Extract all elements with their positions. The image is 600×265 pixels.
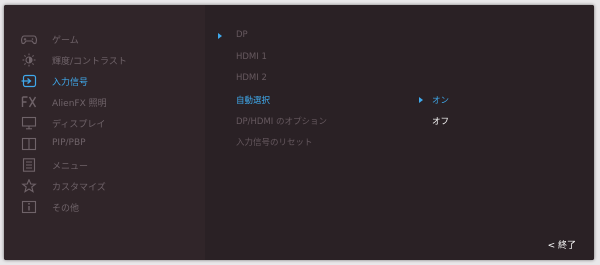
option-dp[interactable]: DP xyxy=(236,30,248,40)
menu-item-label: PIP/PBP xyxy=(52,138,86,148)
info-icon xyxy=(20,199,38,215)
menu-item-pip-pbp[interactable]: PIP/PBP xyxy=(4,135,205,153)
menu-item-game[interactable]: ゲーム xyxy=(4,30,205,48)
submenu-panel: DP HDMI 1 HDMI 2 自動選択 DP/HDMI のオプション 入力信… xyxy=(205,5,594,260)
gamepad-icon xyxy=(20,31,38,47)
menu-item-label: カスタマイズ xyxy=(52,183,106,193)
menu-item-others[interactable]: その他 xyxy=(4,198,205,216)
alienfx-icon xyxy=(20,94,38,110)
menu-item-label: ゲーム xyxy=(52,36,79,46)
menu-item-label: ディスプレイ xyxy=(52,120,106,130)
option-dp-hdmi-options[interactable]: DP/HDMI のオプション xyxy=(236,115,327,127)
menu-item-display[interactable]: ディスプレイ xyxy=(4,114,205,132)
auto-select-on[interactable]: オン xyxy=(432,94,449,106)
star-icon xyxy=(20,178,38,194)
main-menu-panel: ゲーム 輝度/コントラスト 入力信号 AlienFX 照明 ディスプレイ PIP… xyxy=(4,5,205,260)
menu-item-input-source[interactable]: 入力信号 xyxy=(4,72,205,90)
menu-item-customize[interactable]: カスタマイズ xyxy=(4,177,205,195)
option-reset-input[interactable]: 入力信号のリセット xyxy=(236,136,313,148)
menu-item-alienfx-lighting[interactable]: AlienFX 照明 xyxy=(4,93,205,111)
menu-item-menu[interactable]: メニュー xyxy=(4,156,205,174)
input-source-icon xyxy=(20,73,38,89)
menu-item-label: メニュー xyxy=(52,162,89,172)
option-hdmi-2[interactable]: HDMI 2 xyxy=(236,73,267,83)
menu-item-label: その他 xyxy=(52,204,80,214)
option-auto-select[interactable]: 自動選択 xyxy=(236,94,270,106)
osd-menu: ゲーム 輝度/コントラスト 入力信号 AlienFX 照明 ディスプレイ PIP… xyxy=(4,5,594,260)
menu-icon xyxy=(20,157,38,173)
menu-item-label: 輝度/コントラスト xyxy=(52,57,127,67)
option-hdmi-1[interactable]: HDMI 1 xyxy=(236,52,267,62)
brightness-icon xyxy=(20,52,38,68)
exit-button[interactable]: < 終了 xyxy=(548,238,576,251)
menu-item-brightness-contrast[interactable]: 輝度/コントラスト xyxy=(4,51,205,69)
pip-icon xyxy=(20,136,38,152)
current-input-arrow-icon xyxy=(218,33,222,39)
monitor-icon xyxy=(20,115,38,131)
menu-item-label: 入力信号 xyxy=(52,78,89,88)
selected-value-arrow-icon xyxy=(419,97,423,103)
auto-select-off[interactable]: オフ xyxy=(432,115,449,127)
menu-item-label: AlienFX 照明 xyxy=(52,99,107,109)
